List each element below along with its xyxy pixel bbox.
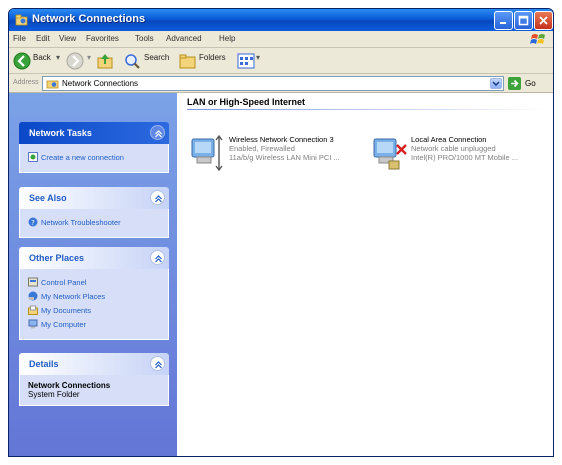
new-connection-icon: [28, 152, 38, 162]
other-places-header[interactable]: Other Places: [19, 247, 169, 269]
details-panel: Details Network Connections System Folde…: [19, 353, 169, 406]
connection-device: Intel(R) PRO/1000 MT Mobile ...: [411, 153, 518, 162]
search-icon[interactable]: [123, 52, 141, 70]
group-header: LAN or High-Speed Internet: [187, 97, 306, 107]
panel-title: See Also: [29, 193, 67, 203]
menu-help[interactable]: Help: [219, 34, 235, 43]
network-tasks-header[interactable]: Network Tasks: [19, 122, 169, 144]
panel-title: Network Tasks: [29, 128, 92, 138]
close-button[interactable]: [534, 11, 553, 30]
menu-advanced[interactable]: Advanced: [166, 34, 202, 43]
control-panel-icon: [28, 277, 38, 287]
task-pane: Network Tasks Create a new connection Se…: [9, 93, 177, 456]
connection-name: Local Area Connection: [411, 135, 487, 144]
panel-title: Other Places: [29, 253, 85, 263]
collapse-button[interactable]: [150, 125, 165, 140]
search-button-label[interactable]: Search: [144, 53, 169, 62]
chevron-up-icon: [155, 255, 162, 263]
back-button-label[interactable]: Back: [33, 53, 51, 62]
menu-edit[interactable]: Edit: [36, 34, 50, 43]
panel-body: Network Connections System Folder: [19, 375, 169, 406]
folders-icon[interactable]: [179, 52, 197, 70]
panel-title: Details: [29, 359, 59, 369]
wireless-connection-icon: [191, 134, 223, 172]
wireless-connection-item[interactable]: Wireless Network Connection 3 Enabled, F…: [189, 133, 364, 177]
address-bar: Address Network Connections Go: [9, 74, 553, 93]
other-places-panel: Other Places Control Panel My Network Pl…: [19, 247, 169, 340]
windows-logo-icon: [530, 34, 545, 44]
window-title: Network Connections: [32, 13, 146, 25]
my-computer-icon: [28, 319, 38, 329]
my-network-places-link[interactable]: My Network Places: [28, 291, 160, 303]
panel-body: Create a new connection: [19, 144, 169, 173]
folders-button-label[interactable]: Folders: [199, 53, 226, 62]
connection-name: Wireless Network Connection 3: [229, 135, 334, 144]
network-connections-icon: [46, 80, 59, 89]
see-also-header[interactable]: See Also: [19, 187, 169, 209]
menu-tools[interactable]: Tools: [135, 34, 154, 43]
control-panel-link[interactable]: Control Panel: [28, 277, 160, 289]
my-documents-link[interactable]: My Documents: [28, 305, 160, 317]
address-dropdown-button[interactable]: [490, 78, 502, 89]
details-type: System Folder: [28, 390, 80, 399]
connection-status: Enabled, Firewalled: [229, 144, 295, 153]
minimize-button[interactable]: [494, 11, 513, 30]
menu-bar: File Edit View Favorites Tools Advanced …: [9, 31, 553, 48]
go-button-label[interactable]: Go: [525, 79, 536, 88]
go-button[interactable]: [508, 77, 521, 90]
chevron-up-icon: [155, 130, 162, 138]
network-troubleshooter-link[interactable]: ? Network Troubleshooter: [28, 217, 160, 229]
network-places-icon: [28, 291, 38, 301]
chevron-up-icon: [155, 195, 162, 203]
lan-connection-icon: [373, 138, 407, 170]
forward-arrow-icon[interactable]: [66, 52, 84, 70]
back-arrow-icon[interactable]: [13, 52, 31, 70]
file-view: LAN or High-Speed Internet Wireless Netw…: [177, 93, 553, 456]
create-connection-link[interactable]: Create a new connection: [28, 152, 160, 164]
menu-file[interactable]: File: [13, 34, 26, 43]
address-value: Network Connections: [62, 79, 139, 88]
panel-body: Control Panel My Network Places My Docum…: [19, 269, 169, 340]
address-label: Address: [13, 79, 39, 86]
menu-view[interactable]: View: [59, 34, 76, 43]
close-icon: [539, 16, 548, 25]
views-dropdown-icon[interactable]: ▾: [256, 53, 260, 62]
chevron-up-icon: [155, 361, 162, 369]
explorer-window: Network Connections File Edit View Favor…: [8, 8, 554, 457]
connection-device: 11a/b/g Wireless LAN Mini PCI ...: [229, 153, 340, 162]
my-computer-link[interactable]: My Computer: [28, 319, 160, 331]
menu-favorites[interactable]: Favorites: [86, 34, 119, 43]
help-icon: ?: [28, 217, 38, 227]
address-input[interactable]: Network Connections: [42, 76, 504, 91]
back-dropdown-icon[interactable]: ▾: [56, 53, 60, 62]
maximize-button[interactable]: [514, 11, 533, 30]
maximize-icon: [518, 15, 529, 26]
collapse-button[interactable]: [150, 190, 165, 205]
my-documents-icon: [28, 305, 38, 315]
panel-body: ? Network Troubleshooter: [19, 209, 169, 238]
details-header[interactable]: Details: [19, 353, 169, 375]
network-folder-icon: [15, 14, 28, 26]
local-area-connection-item[interactable]: Local Area Connection Network cable unpl…: [371, 133, 546, 177]
views-icon[interactable]: [237, 52, 255, 70]
minimize-icon: [500, 22, 506, 24]
see-also-panel: See Also ? Network Troubleshooter: [19, 187, 169, 238]
go-arrow-icon: [511, 79, 519, 88]
collapse-button[interactable]: [150, 250, 165, 265]
details-name: Network Connections: [28, 381, 111, 390]
connection-status: Network cable unplugged: [411, 144, 496, 153]
group-divider: [187, 109, 549, 110]
network-tasks-panel: Network Tasks Create a new connection: [19, 122, 169, 173]
toolbar: Back ▾ ▾ Search Folders ▾: [9, 48, 553, 74]
svg-text:?: ?: [31, 219, 35, 227]
collapse-button[interactable]: [150, 356, 165, 371]
title-bar[interactable]: Network Connections: [9, 9, 553, 31]
up-folder-icon[interactable]: [96, 52, 114, 70]
chevron-down-icon: [492, 81, 500, 87]
forward-dropdown-icon[interactable]: ▾: [87, 53, 91, 62]
